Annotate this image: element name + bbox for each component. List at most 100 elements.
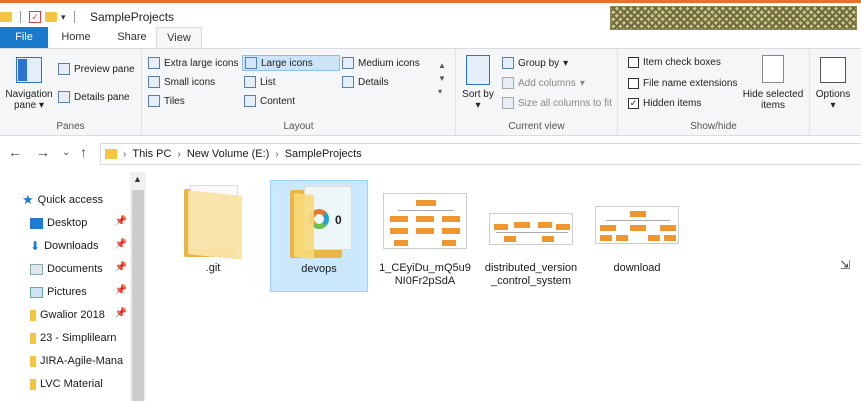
nav-item-gwalior-2018[interactable]: Gwalior 2018 📌 [30, 305, 130, 325]
panes-group: Navigation pane ▾ Preview pane Details p… [0, 49, 142, 135]
nav-item-jira-agile[interactable]: JIRA-Agile-Mana [30, 351, 130, 371]
file-name: distributed_version_control_system [484, 262, 578, 287]
navigation-pane-icon[interactable] [16, 57, 42, 83]
scroll-up-icon[interactable]: ▲ [133, 174, 142, 184]
breadcrumb-this-pc[interactable]: This PC [132, 148, 171, 160]
file-item-download[interactable]: download [588, 180, 686, 275]
hidden-items-checkbox[interactable]: ✓ [628, 98, 639, 109]
forward-arrow-icon[interactable]: → [36, 144, 50, 160]
layout-gallery-scroll[interactable]: ▲ ▼ ▾ [438, 59, 446, 98]
nav-item-downloads[interactable]: ⬇ Downloads 📌 [30, 236, 130, 256]
list-icon [244, 76, 256, 88]
file-item-image-1[interactable]: 1_CEyiDu_mQ5u9NI0Fr2pSdA [376, 180, 474, 288]
chevron-right-icon[interactable]: › [275, 149, 278, 160]
tab-file[interactable]: File [0, 27, 48, 48]
current-view-group-label: Current view [508, 121, 565, 132]
size-columns-icon [502, 97, 514, 109]
tab-view[interactable]: View [156, 27, 202, 48]
file-name: .git [205, 262, 221, 274]
image-thumbnail [383, 193, 467, 249]
add-columns-icon [502, 77, 514, 89]
scrollbar-thumb[interactable] [132, 190, 144, 401]
folder-icon: 0 [290, 186, 352, 260]
back-arrow-icon[interactable]: ← [8, 144, 22, 160]
tiles-button[interactable]: Tiles [148, 95, 185, 107]
sort-by-icon[interactable] [466, 55, 490, 85]
extra-large-icons-button[interactable]: Extra large icons [148, 57, 238, 69]
show-hide-group: Item check boxes File name extensions ✓ … [618, 49, 810, 135]
chevron-right-icon[interactable]: › [123, 149, 126, 160]
chevron-right-icon[interactable]: › [177, 149, 180, 160]
title-bar: ✓ ▾ SampleProjects [0, 0, 861, 30]
folder-icon [30, 309, 36, 321]
ribbon-tabs: File Home Share View [0, 27, 861, 48]
nav-item-desktop[interactable]: Desktop 📌 [30, 213, 130, 233]
address-bar[interactable]: › This PC › New Volume (E:) › SampleProj… [100, 143, 861, 165]
new-folder-icon[interactable] [45, 12, 57, 22]
pin-icon[interactable]: 📌 [115, 262, 127, 273]
nav-item-pictures[interactable]: Pictures 📌 [30, 282, 130, 302]
tab-home[interactable]: Home [54, 27, 98, 48]
tiles-icon [148, 95, 160, 107]
folder-icon [30, 332, 36, 344]
file-name: 1_CEyiDu_mQ5u9NI0Fr2pSdA [379, 262, 471, 287]
nav-item-documents[interactable]: Documents 📌 [30, 259, 130, 279]
medium-icons-button[interactable]: Medium icons [342, 57, 420, 69]
details-button[interactable]: Details [342, 76, 389, 88]
file-thumbnail [164, 180, 262, 262]
file-item-image-2[interactable]: distributed_version_control_system [482, 180, 580, 288]
quick-access-toolbar: ✓ ▾ [0, 11, 79, 23]
list-button[interactable]: List [244, 76, 276, 88]
navigation-pane: ★ Quick access Desktop 📌 ⬇ Downloads 📌 D… [0, 172, 146, 401]
pin-icon[interactable]: 📌 [115, 308, 127, 319]
breadcrumb-sampleprojects[interactable]: SampleProjects [285, 148, 362, 160]
options-button[interactable]: Options ▾ [810, 89, 856, 111]
file-name-extensions-toggle[interactable]: File name extensions [628, 78, 738, 89]
download-icon: ⬇ [30, 239, 41, 253]
file-name: download [613, 262, 661, 274]
content-button[interactable]: Content [244, 95, 295, 107]
preview-pane-button[interactable]: Preview pane [58, 63, 135, 75]
tab-share[interactable]: Share [110, 27, 154, 48]
file-name: devops [301, 263, 337, 275]
layout-group-label: Layout [283, 121, 314, 132]
pin-icon[interactable]: 📌 [115, 239, 127, 250]
folder-icon [0, 12, 12, 22]
navigation-pane-button[interactable]: Navigation pane ▾ [2, 89, 56, 111]
properties-check-icon[interactable]: ✓ [29, 11, 41, 23]
nav-item-lvc-material[interactable]: LVC Material [30, 374, 130, 394]
file-thumbnail: 0 [271, 181, 367, 263]
item-check-boxes-toggle[interactable]: Item check boxes [628, 57, 721, 68]
file-item-devops[interactable]: 0 devops [270, 180, 368, 292]
item-check-boxes-checkbox[interactable] [628, 57, 639, 68]
details-pane-button[interactable]: Details pane [58, 91, 130, 103]
file-item-git[interactable]: .git [164, 180, 262, 275]
file-name-extensions-checkbox[interactable] [628, 78, 639, 89]
pictures-icon [30, 286, 43, 298]
pin-icon[interactable]: 📌 [115, 216, 127, 227]
mouse-cursor-icon: ⇲ [840, 258, 851, 272]
content-icon [244, 95, 256, 107]
hide-selected-items-icon[interactable] [762, 55, 784, 83]
details-pane-icon [58, 91, 70, 103]
small-icons-button[interactable]: Small icons [148, 76, 215, 88]
nav-item-simplilearn[interactable]: 23 - Simplilearn [30, 328, 130, 348]
extra-large-icons-icon [148, 57, 160, 69]
up-arrow-icon[interactable]: ↑ [80, 144, 87, 160]
size-all-columns-button[interactable]: Size all columns to fit [502, 97, 612, 109]
large-icons-icon [245, 57, 257, 69]
sort-by-button[interactable]: Sort by ▾ [460, 89, 496, 111]
group-by-button[interactable]: Group by ▾ [502, 57, 568, 69]
pin-icon[interactable]: 📌 [115, 285, 127, 296]
add-columns-button[interactable]: Add columns ▾ [502, 77, 585, 89]
options-icon[interactable] [820, 57, 846, 83]
nav-pane-scrollbar[interactable]: ▲ [130, 172, 146, 401]
toolbar-divider [20, 11, 21, 23]
hidden-items-toggle[interactable]: ✓ Hidden items [628, 98, 701, 109]
breadcrumb-new-volume[interactable]: New Volume (E:) [187, 148, 270, 160]
large-icons-button[interactable]: Large icons [242, 55, 340, 71]
recent-locations-icon[interactable]: ⌄ [62, 147, 70, 158]
hide-selected-items-button[interactable]: Hide selected items [738, 89, 808, 111]
medium-icons-icon [342, 57, 354, 69]
customize-dropdown-icon[interactable]: ▾ [61, 12, 66, 23]
